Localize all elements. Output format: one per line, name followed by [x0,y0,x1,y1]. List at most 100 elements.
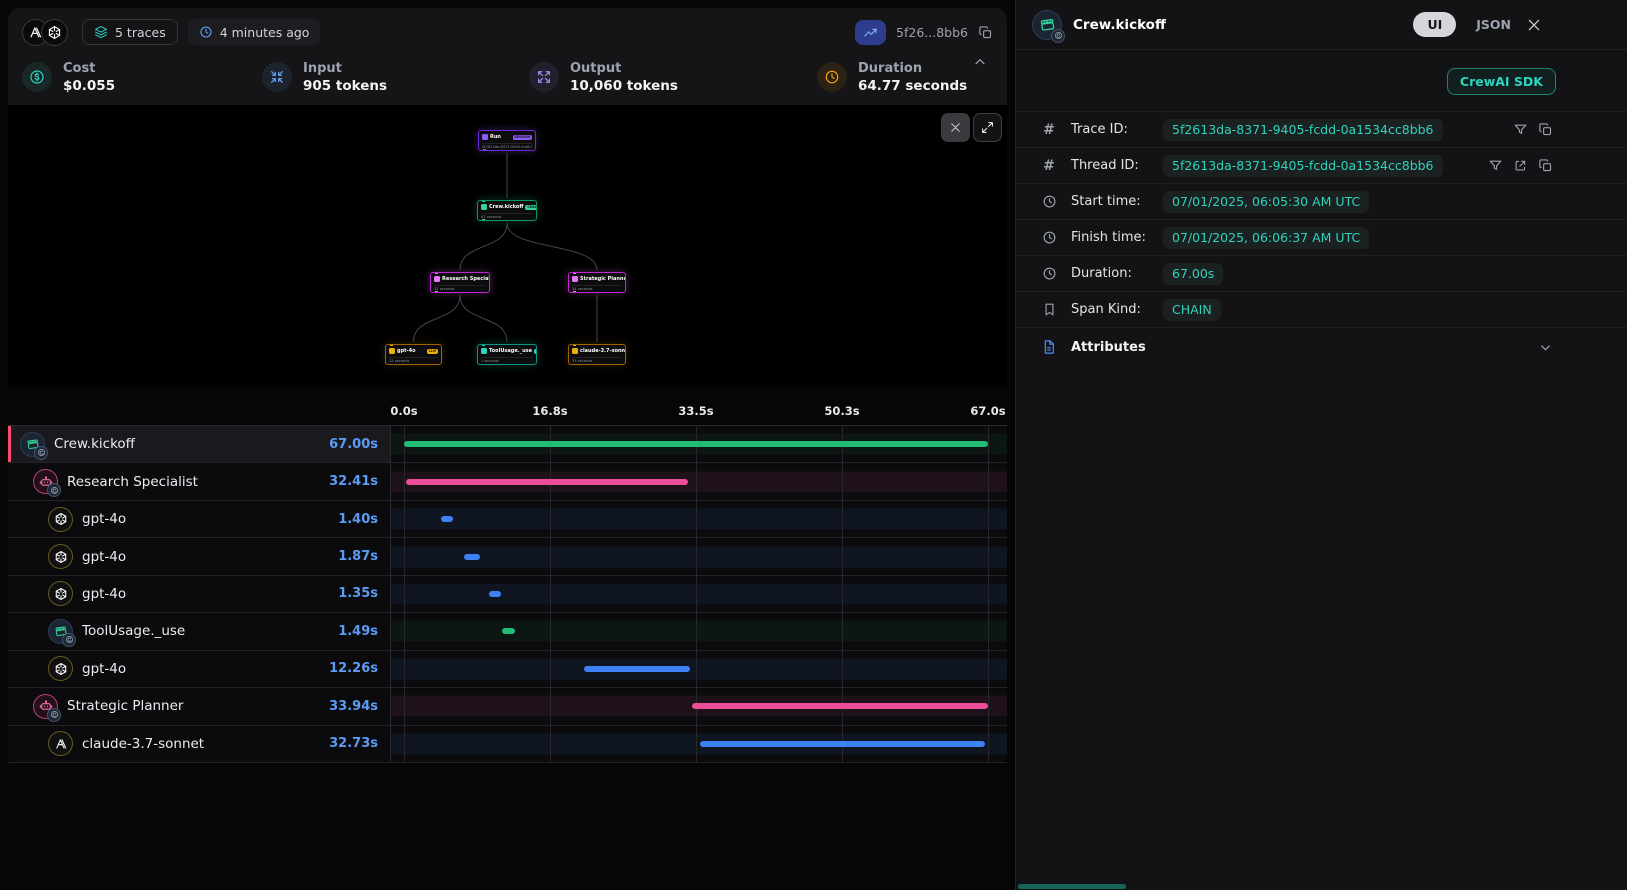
graph-close-button[interactable] [941,113,970,142]
openai-glyph [54,587,68,601]
span-track-band [391,621,1007,642]
field-label: Trace ID: [1071,122,1155,137]
waterfall-row-gpt-4o[interactable]: gpt-4o1.35s [8,576,1007,613]
waterfall-row-claude-3-7-sonnet[interactable]: claude-3.7-sonnet32.73s [8,726,1007,763]
stat-input: Input905 tokens [262,60,529,96]
field-row-finish-time: Finish time:07/01/2025, 06:06:37 AM UTC [1016,219,1627,255]
span-bar[interactable] [406,479,688,485]
graph-node-titlerow: Crew.kickoffCHAIN [481,203,533,211]
horizontal-scrollbar-thumb[interactable] [1018,884,1126,889]
copy-icon[interactable] [1538,158,1553,173]
graph-expand-button[interactable] [973,113,1002,142]
span-track [391,538,1007,574]
graph-node-strategic-planner[interactable]: Strategic PlannerAGENT34 seconds [568,272,626,293]
dollar-icon [22,62,52,92]
span-waterfall: Crew.kickoff67.00sResearch Specialist32.… [8,425,1007,763]
field-actions [1488,158,1553,173]
traces-count-badge[interactable]: 5 traces [82,19,178,45]
span-name-label: gpt-4o [82,549,126,565]
span-bar[interactable] [502,628,515,634]
node-type-icon [572,276,578,282]
attributes-section-toggle[interactable]: Attributes [1016,327,1627,366]
arrows-in-icon [262,62,292,92]
graph-controls [941,113,1002,142]
span-track [391,426,1007,462]
tab-json[interactable]: JSON [1476,17,1511,32]
span-track-band [391,546,1007,567]
span-bar[interactable] [584,666,691,672]
trace-graph-canvas[interactable]: RunSESSION5f2613da-8371-9405-fcdd-0a1534… [8,105,1007,385]
layers-icon [94,25,108,39]
node-type-icon [434,276,440,282]
graph-node-crew-kickoff[interactable]: Crew.kickoffCHAIN67 seconds [477,200,537,221]
waterfall-row-strategic-planner[interactable]: Strategic Planner33.94s [8,688,1007,725]
provider-avatars [22,19,68,46]
copy-trace-id-icon[interactable] [978,25,993,40]
node-subtitle: 5f2613da-8371-9405-fcdd-0a1534cc8bb6 [482,143,532,149]
node-port-top [481,344,486,347]
field-value: 67.00s [1163,263,1223,285]
clock-icon [817,62,847,92]
waterfall-row-toolusage-use[interactable]: ToolUsage._use1.49s [8,613,1007,650]
span-name-label: ToolUsage._use [82,623,185,639]
span-name-cell: ToolUsage._use1.49s [8,613,391,649]
axis-tick: 67.0s [970,404,1005,418]
collapse-stats-button[interactable] [971,54,989,68]
span-bar[interactable] [441,516,453,522]
tab-ui[interactable]: UI [1413,12,1456,37]
graph-node-run[interactable]: RunSESSION5f2613da-8371-9405-fcdd-0a1534… [478,130,536,151]
close-panel-button[interactable] [1526,17,1542,33]
field-value: 07/01/2025, 06:06:37 AM UTC [1163,227,1369,249]
field-row-span-kind: Span Kind:CHAIN [1016,291,1627,327]
span-bar[interactable] [404,441,988,447]
filter-icon[interactable] [1488,158,1503,173]
filter-icon[interactable] [1513,122,1528,137]
waterfall-row-gpt-4o[interactable]: gpt-4o1.87s [8,538,1007,575]
graph-node-toolusage-use[interactable]: ToolUsage._useTOOL 1 seconds [477,344,537,365]
graph-node-gpt-4o[interactable]: gpt-4oLLM12 seconds [385,344,442,365]
span-bar[interactable] [692,703,988,709]
copy-icon[interactable] [1538,122,1553,137]
openai-glyph [54,662,68,676]
node-type-icon [482,134,488,140]
span-bar[interactable] [489,591,501,597]
span-name-cell: gpt-4o1.35s [8,576,391,612]
node-kind-badge: SESSION [513,135,532,140]
stat-value: 905 tokens [303,77,387,95]
graph-node-claude-3-7-sonnet[interactable]: claude-3.7-sonnetLLM33 seconds [568,344,626,365]
agentops-badge-icon [34,446,48,460]
node-subtitle: 12 seconds [389,357,438,363]
span-name-cell: gpt-4o12.26s [8,651,391,687]
chevron-up-icon [972,54,988,70]
span-track [391,613,1007,649]
span-name-cell: Research Specialist32.41s [8,463,391,499]
span-name-cell: Crew.kickoff67.00s [8,426,391,462]
field-value: 5f2613da-8371-9405-fcdd-0a1534cc8bb6 [1163,119,1443,141]
waterfall-row-gpt-4o[interactable]: gpt-4o12.26s [8,651,1007,688]
time-ago-badge[interactable]: 4 minutes ago [188,19,321,45]
node-port-bottom [434,290,439,293]
node-title: Strategic Planner [580,276,626,282]
clock-icon [1041,194,1057,210]
node-subtitle: 1 seconds [481,357,533,363]
crew-icon [48,619,73,644]
span-name-cell: gpt-4o1.87s [8,538,391,574]
graph-node-research-specialist[interactable]: Research SpecialistAGENT32 seconds [430,272,490,293]
stat-label: Output [570,60,678,78]
graph-node-titlerow: claude-3.7-sonnetLLM [572,347,622,355]
field-label: Start time: [1071,194,1155,209]
field-row-trace-id: #Trace ID:5f2613da-8371-9405-fcdd-0a1534… [1016,111,1627,147]
waterfall-row-research-specialist[interactable]: Research Specialist32.41s [8,463,1007,500]
waterfall-row-gpt-4o[interactable]: gpt-4o1.40s [8,501,1007,538]
span-bar[interactable] [700,741,985,747]
waterfall-row-crew-kickoff[interactable]: Crew.kickoff67.00s [8,426,1007,463]
span-fields: #Trace ID:5f2613da-8371-9405-fcdd-0a1534… [1016,111,1627,327]
external-link-icon[interactable] [1513,158,1528,173]
metrics-button[interactable] [855,20,886,45]
axis-tick: 0.0s [390,404,417,418]
span-bar[interactable] [464,554,480,560]
span-duration: 1.40s [338,512,390,527]
field-value: CHAIN [1163,299,1221,321]
clock-icon [1041,266,1057,282]
graph-node-titlerow: ToolUsage._useTOOL [481,347,533,355]
